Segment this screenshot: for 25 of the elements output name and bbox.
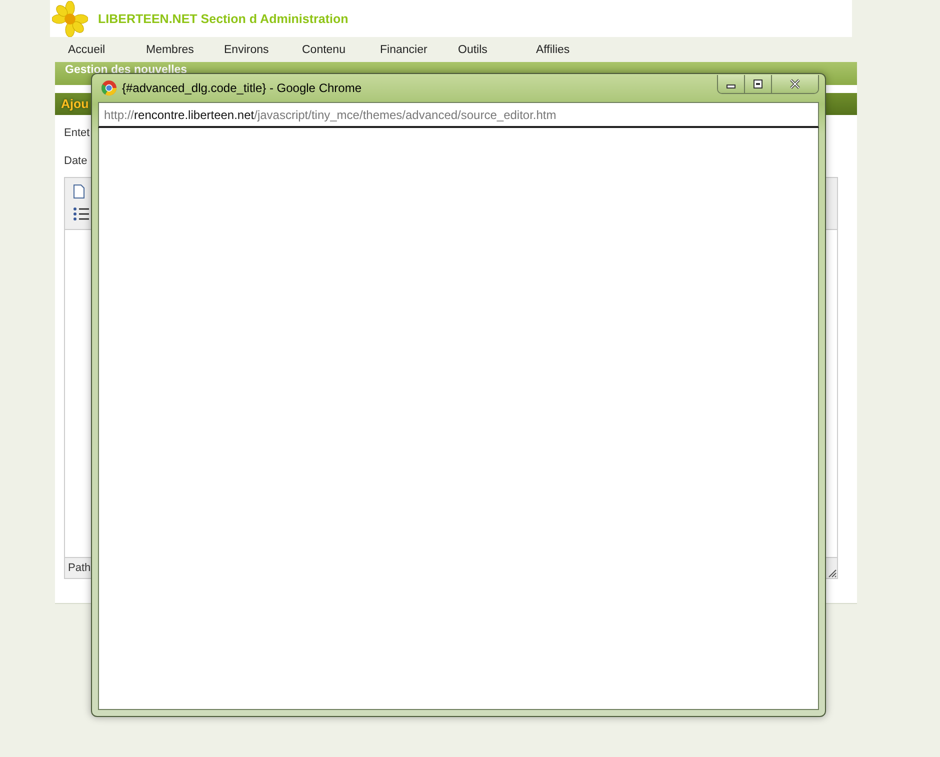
nav-link[interactable]: Outils [458, 44, 536, 56]
section-title: Gestion des nouvelles [65, 64, 188, 76]
list-icon[interactable] [73, 207, 89, 221]
field-label: Entet [64, 127, 91, 139]
document-icon[interactable] [73, 184, 85, 199]
flower-logo-icon [52, 0, 88, 36]
resize-grip-icon[interactable] [827, 568, 837, 578]
nav-link[interactable]: Financier [380, 44, 458, 56]
browser-logo-icon [101, 80, 117, 96]
nav-link[interactable]: Environs [224, 44, 302, 56]
nav-link[interactable]: Affilies [536, 44, 614, 56]
window-title: {#advanced_dlg.code_title} - Google Chrome [122, 81, 362, 95]
minimize-button[interactable] [718, 75, 745, 93]
path-label: Path [68, 562, 91, 574]
nav-link[interactable]: Contenu [302, 44, 380, 56]
maximize-icon [753, 79, 763, 89]
field-label: Date [64, 155, 88, 167]
nav-link[interactable]: Membres [146, 44, 224, 56]
nav-link[interactable]: Accueil [68, 44, 146, 56]
close-button[interactable] [772, 75, 818, 93]
close-icon [789, 79, 801, 89]
subsection-title: Ajou [61, 97, 89, 111]
maximize-button[interactable] [745, 75, 772, 93]
site-title: LIBERTEEN.NET Section d Administration [98, 12, 348, 26]
address-field[interactable]: http://rencontre.liberteen.net/javascript/tiny_mce/themes/advanced/source_editor.htm [98, 102, 819, 128]
